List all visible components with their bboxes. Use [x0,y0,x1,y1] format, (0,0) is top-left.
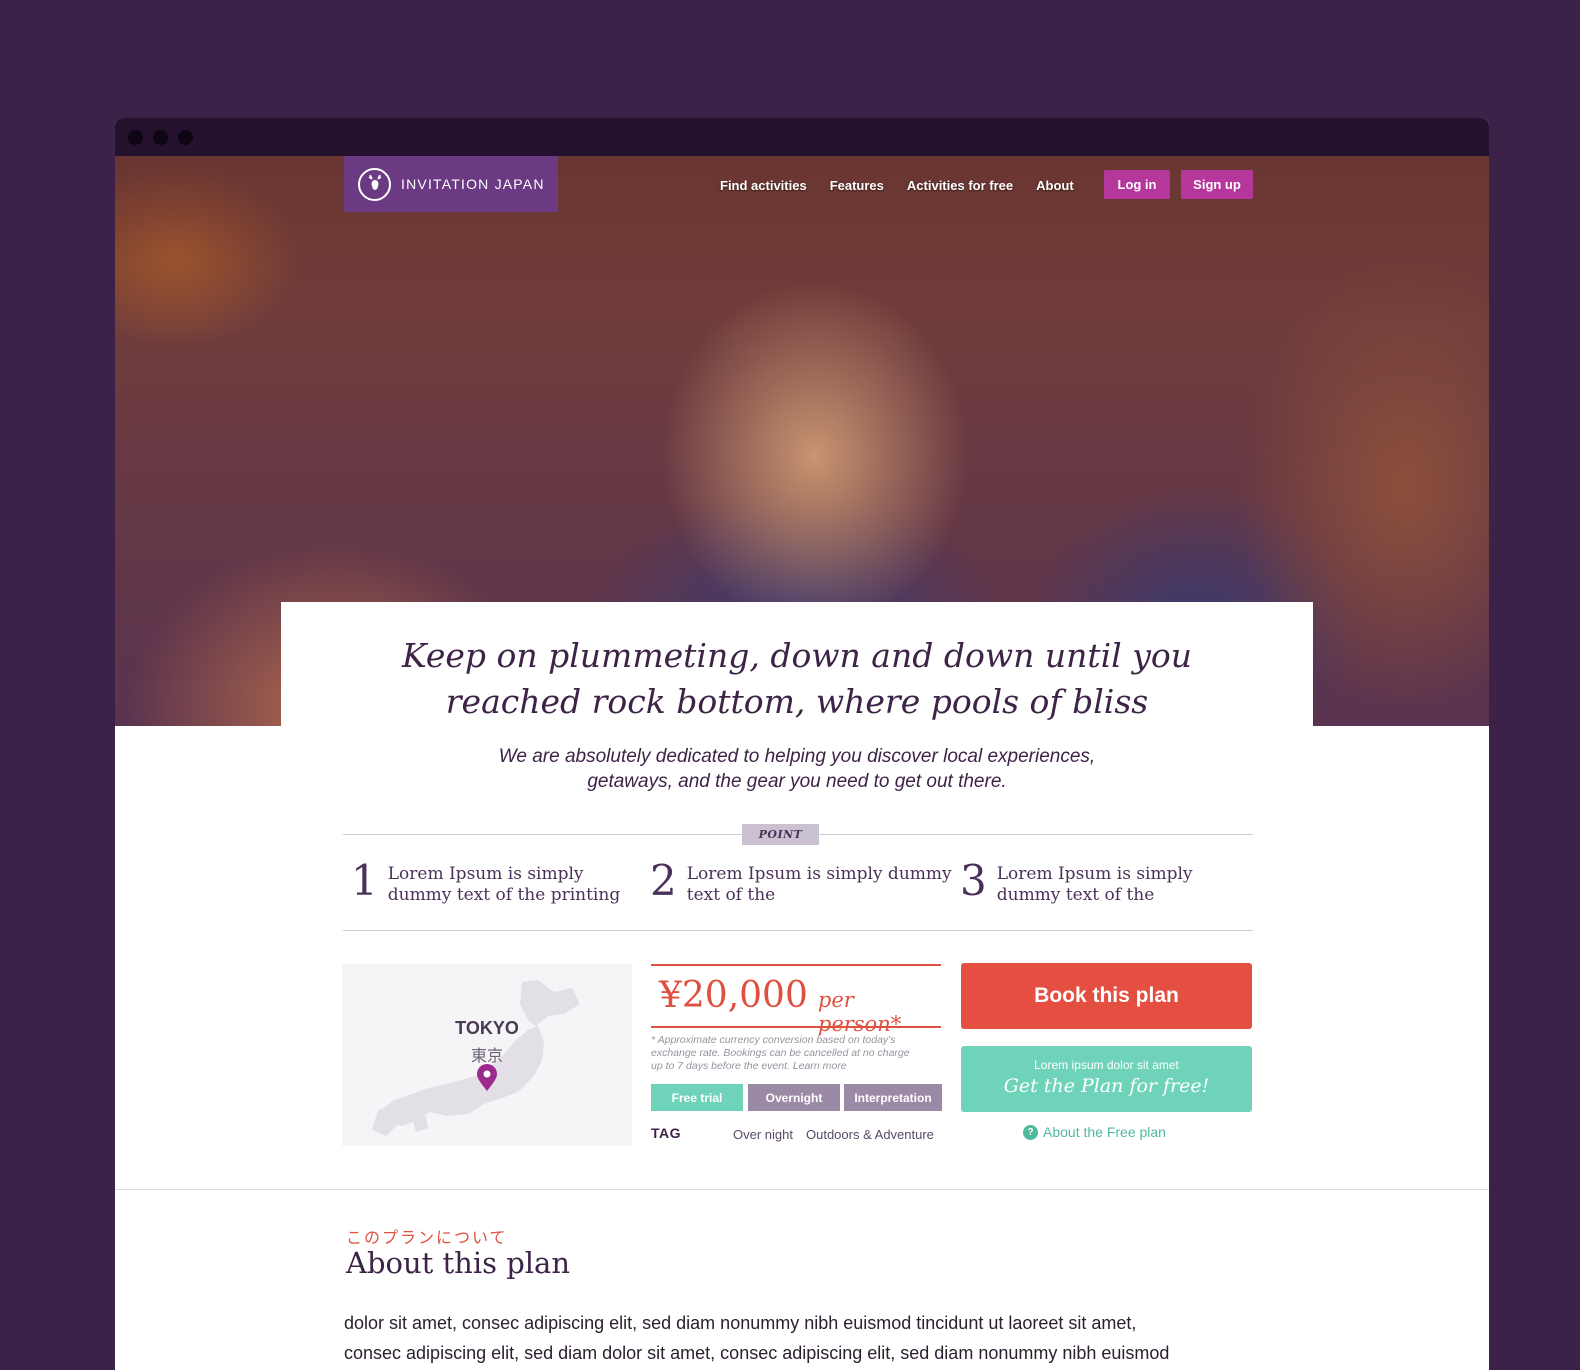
window-minimize-dot[interactable] [153,129,168,145]
hero-headline: Keep on plummeting, down and down until … [281,633,1313,725]
point-number: 2 [650,856,677,905]
nav-features[interactable]: Features [830,178,884,193]
section-separator [115,1189,1489,1190]
about-free-plan-link[interactable]: ? About the Free plan [1023,1124,1166,1140]
subheadline-line-1: We are absolutely dedicated to helping y… [498,746,1096,767]
tag-link-outdoors-adventure[interactable]: Outdoors & Adventure [806,1127,934,1142]
map-pin-icon [476,1064,498,1097]
login-button[interactable]: Log in [1104,170,1170,199]
deer-logo-icon [358,167,391,201]
point-label: POINT [742,824,819,845]
about-jp-title: このプランについて [346,1230,508,1247]
get-plan-free-button[interactable]: Lorem ipsum dolor sit amet Get the Plan … [961,1046,1252,1112]
window-titlebar [115,118,1489,156]
window-close-dot[interactable] [128,129,143,145]
chip-free-trial[interactable]: Free trial [651,1084,743,1111]
points-divider-bottom [343,930,1253,931]
tag-link-over-night[interactable]: Over night [733,1127,793,1142]
browser-window: INVITATION JAPAN Find activities Feature… [115,118,1489,1370]
point-number: 3 [960,856,987,905]
about-free-plan-text: About the Free plan [1043,1124,1166,1140]
point-number: 1 [351,856,378,905]
point-item-2: 2 Lorem Ipsum is simply dummy text of th… [650,856,952,906]
headline-line-2: reached rock bottom, where pools of blis… [445,682,1149,721]
point-item-1: 1 Lorem Ipsum is simply dummy text of th… [351,856,621,906]
logo-text: INVITATION JAPAN [401,176,545,192]
point-text: Lorem Ipsum is simply dummy text of the [686,864,952,905]
main-nav: Find activities Features Activities for … [720,178,1074,193]
subheadline-line-2: getaways, and the gear you need to get o… [587,771,1007,792]
point-item-3: 3 Lorem Ipsum is simply dummy text of th… [960,856,1193,906]
window-maximize-dot[interactable] [178,129,193,145]
price-per-person: per person* [817,988,902,1036]
nav-about[interactable]: About [1036,178,1074,193]
about-title: About this plan [346,1246,571,1280]
price-amount: ¥20,000 [659,975,808,1016]
nav-activities-for-free[interactable]: Activities for free [907,178,1013,193]
hero-subheadline: We are absolutely dedicated to helping y… [281,744,1313,794]
site-logo[interactable]: INVITATION JAPAN [344,156,558,212]
price-box: ¥20,000 per person* [651,964,941,1036]
tag-label: TAG [651,1125,682,1141]
price-note: * Approximate currency conversion based … [651,1034,910,1072]
chip-overnight[interactable]: Overnight [748,1084,840,1111]
map-city-jp-label: 東京 [470,1048,503,1065]
free-button-title: Get the Plan for free! [1003,1075,1210,1097]
about-body: dolor sit amet, consec adipiscing elit, … [344,1313,1170,1363]
point-text: Lorem Ipsum is simply dummy text of the [996,864,1193,905]
map-city-label: TOKYO [455,1018,519,1038]
nav-find-activities[interactable]: Find activities [720,178,807,193]
free-button-subtitle: Lorem ipsum dolor sit amet [1034,1058,1179,1072]
book-plan-button[interactable]: Book this plan [961,963,1252,1029]
location-map[interactable]: TOKYO 東京 [342,964,632,1146]
chip-interpretation[interactable]: Interpretation [844,1084,942,1111]
headline-line-1: Keep on plummeting, down and down until … [402,636,1192,675]
signup-button[interactable]: Sign up [1181,170,1253,199]
question-icon: ? [1023,1124,1038,1140]
point-text: Lorem Ipsum is simply dummy text of the … [387,864,621,905]
